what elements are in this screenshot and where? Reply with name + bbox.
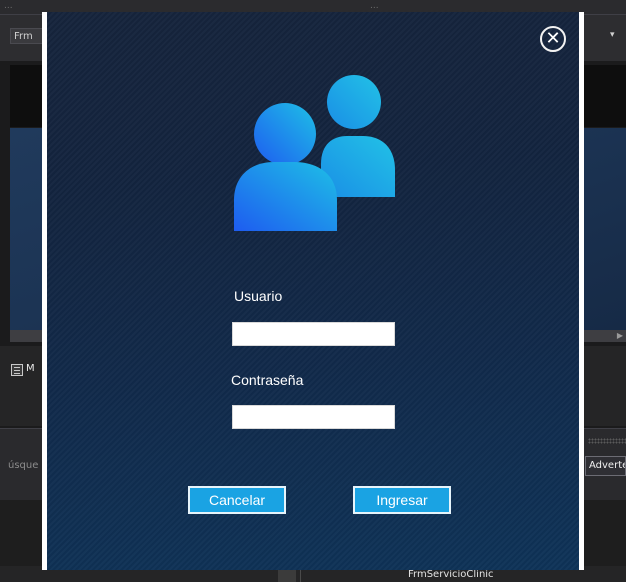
submit-button[interactable]: Ingresar — [353, 486, 451, 514]
close-icon[interactable]: ✕ — [540, 26, 566, 52]
warnings-filter-button[interactable]: Adverte — [585, 456, 626, 476]
ide-title-text: ... — [4, 1, 13, 11]
users-icon — [234, 75, 395, 231]
password-label: Contraseña — [231, 372, 304, 388]
document-icon — [11, 364, 23, 376]
chevron-down-icon[interactable]: ▾ — [610, 30, 615, 40]
username-label: Usuario — [234, 288, 283, 304]
cancel-button[interactable]: Cancelar — [188, 486, 286, 514]
username-input[interactable] — [232, 322, 395, 346]
login-form-window: ✕ Usuario Contraseña Cancelar Ingresar — [42, 12, 584, 570]
panel-grip[interactable] — [588, 438, 626, 444]
scroll-right-icon[interactable]: ▶ — [614, 330, 626, 342]
ide-bottom-item-label[interactable]: FrmServicioClinic — [408, 569, 494, 580]
ide-panel-label[interactable]: M — [26, 363, 35, 374]
ide-search-text[interactable]: úsque — [8, 460, 38, 471]
password-input[interactable] — [232, 405, 395, 429]
